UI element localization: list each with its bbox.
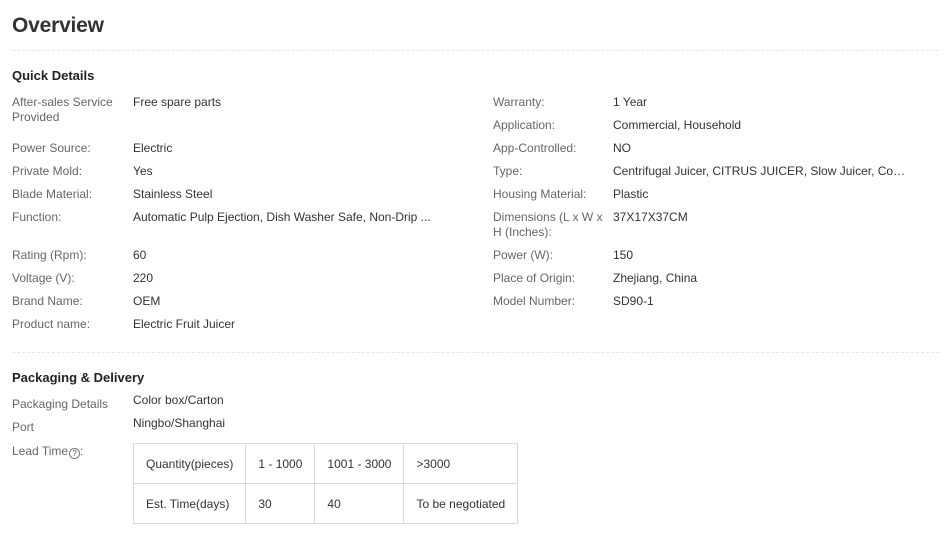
table-cell: 1 - 1000 xyxy=(245,443,316,484)
type-label: Type: xyxy=(493,164,523,178)
private-mold-value: Yes xyxy=(133,164,153,178)
packaging-details-value: Color box/Carton xyxy=(133,393,224,407)
blade-material-label: Blade Material: xyxy=(12,187,93,201)
rating-rpm-label: Rating (Rpm): xyxy=(12,248,87,262)
rating-rpm-value: 60 xyxy=(133,248,147,262)
place-of-origin-label: Place of Origin: xyxy=(493,271,576,285)
lead-time-label: Lead Time?: xyxy=(12,444,132,459)
function-label: Function: xyxy=(12,210,62,224)
divider xyxy=(12,352,939,353)
table-row: Quantity(pieces) 1 - 1000 1001 - 3000 >3… xyxy=(132,443,519,484)
table-cell: To be negotiated xyxy=(403,483,519,524)
table-row: Est. Time(days) 30 40 To be negotiated xyxy=(132,483,519,524)
after-sales-label: After-sales Service Provided xyxy=(12,95,113,124)
dimensions-label: Dimensions (L x W x H (Inches): xyxy=(493,210,603,239)
private-mold-label: Private Mold: xyxy=(12,164,83,178)
question-circle-icon[interactable]: ? xyxy=(69,448,81,459)
application-label: Application: xyxy=(493,118,556,132)
table-cell: Quantity(pieces) xyxy=(132,443,247,484)
housing-material-label: Housing Material: xyxy=(493,187,587,201)
power-source-label: Power Source: xyxy=(12,141,91,155)
type-value: Centrifugal Juicer, CITRUS JUICER, Slow … xyxy=(613,164,913,178)
table-cell: 1001 - 3000 xyxy=(314,443,405,484)
table-cell: >3000 xyxy=(403,443,519,484)
product-name-label: Product name: xyxy=(12,317,91,331)
divider xyxy=(12,50,939,51)
brand-name-value: OEM xyxy=(133,294,161,308)
port-value: Ningbo/Shanghai xyxy=(133,416,226,430)
lead-time-text: Lead Time xyxy=(12,444,69,458)
packaging-details-label: Packaging Details xyxy=(12,397,109,411)
function-value: Automatic Pulp Ejection, Dish Washer Saf… xyxy=(133,210,431,224)
application-value: Commercial, Household xyxy=(613,118,742,132)
voltage-label: Voltage (V): xyxy=(12,271,75,285)
power-source-value: Electric xyxy=(133,141,173,155)
power-w-label: Power (W): xyxy=(493,248,553,262)
lead-time-table: Quantity(pieces) 1 - 1000 1001 - 3000 >3… xyxy=(132,443,519,524)
table-cell: Est. Time(days) xyxy=(132,483,247,524)
overview-title: Overview xyxy=(12,14,104,37)
blade-material-value: Stainless Steel xyxy=(133,187,213,201)
port-label: Port xyxy=(12,420,35,434)
after-sales-value: Free spare parts xyxy=(133,95,222,109)
model-number-label: Model Number: xyxy=(493,294,576,308)
product-name-value: Electric Fruit Juicer xyxy=(133,317,236,331)
app-controlled-value: NO xyxy=(613,141,631,155)
table-cell: 40 xyxy=(314,483,405,524)
power-w-value: 150 xyxy=(613,248,634,262)
packaging-delivery-title: Packaging & Delivery xyxy=(12,370,145,385)
model-number-value: SD90-1 xyxy=(613,294,654,308)
app-controlled-label: App-Controlled: xyxy=(493,141,577,155)
quick-details-title: Quick Details xyxy=(12,68,95,83)
place-of-origin-value: Zhejiang, China xyxy=(613,271,698,285)
warranty-value: 1 Year xyxy=(613,95,648,109)
lead-time-colon: : xyxy=(80,444,84,458)
dimensions-value: 37X17X37CM xyxy=(613,210,688,224)
housing-material-value: Plastic xyxy=(613,187,649,201)
brand-name-label: Brand Name: xyxy=(12,294,83,308)
warranty-label: Warranty: xyxy=(493,95,545,109)
table-cell: 30 xyxy=(245,483,316,524)
voltage-value: 220 xyxy=(133,271,154,285)
